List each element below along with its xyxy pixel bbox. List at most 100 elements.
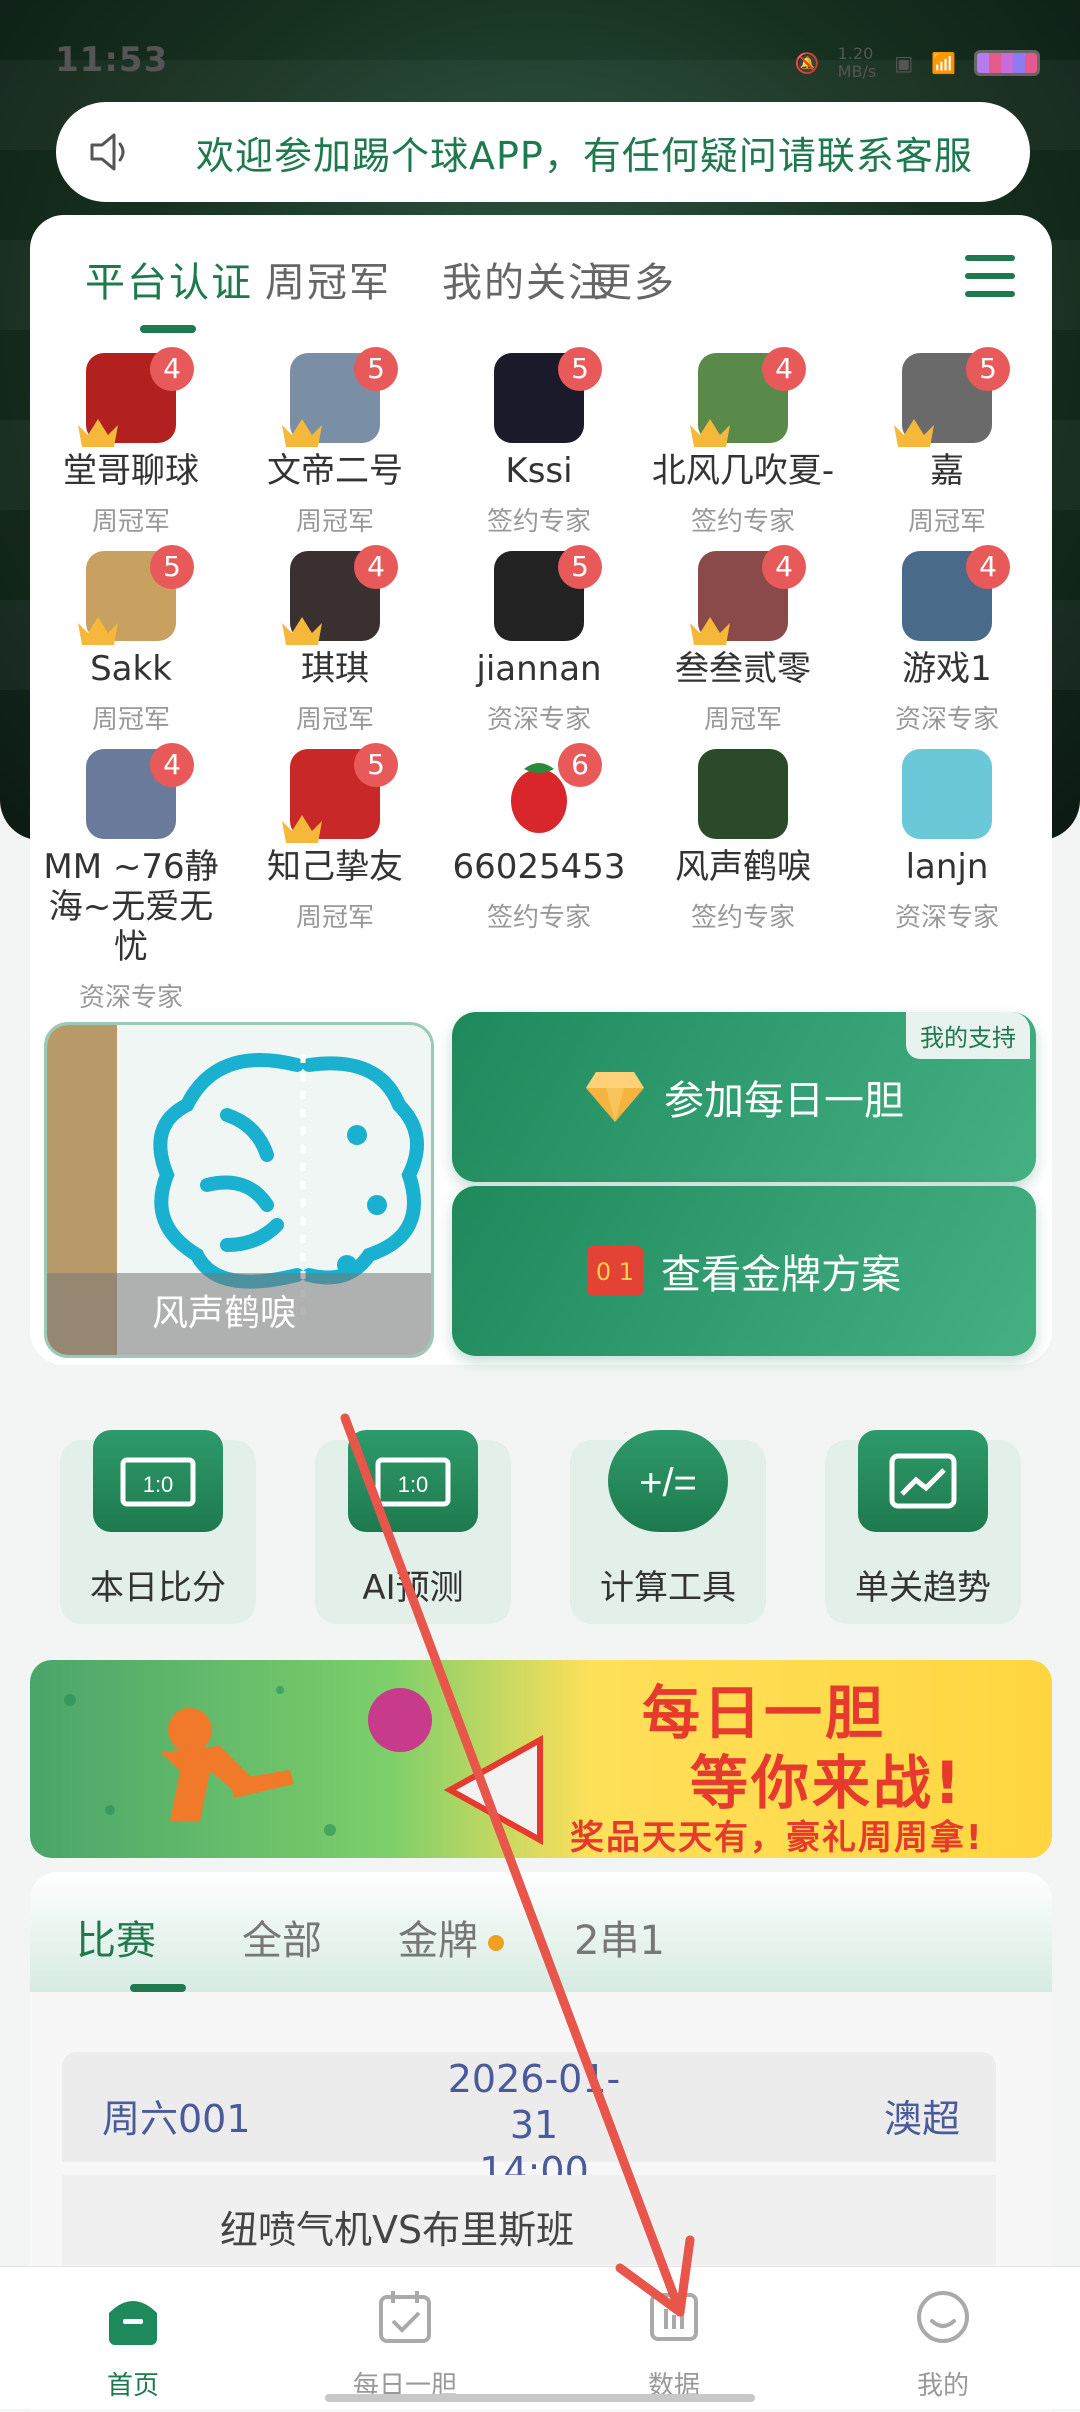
crown-icon: [282, 815, 322, 843]
expert-item[interactable]: 6 66025453 签约专家: [437, 743, 641, 934]
count-badge: 5: [558, 347, 602, 391]
my-support-tag[interactable]: 我的支持: [906, 1012, 1030, 1059]
tab-match[interactable]: 比赛: [76, 1908, 156, 1966]
tools-row: 1:0 本日比分 1:0 AI预测 +/= 计算工具 单关趋势: [30, 1430, 1052, 1630]
mute-icon: 🔕: [794, 51, 820, 75]
expert-item[interactable]: 5 jiannan 资深专家: [437, 545, 641, 736]
count-badge: 4: [762, 347, 806, 391]
avatar: 4: [282, 545, 398, 645]
count-badge: 5: [558, 545, 602, 589]
avatar: 5: [78, 545, 194, 645]
tool-calculator[interactable]: +/= 计算工具: [570, 1430, 766, 1624]
nfc-icon: ▣: [894, 51, 914, 75]
tab-2in1[interactable]: 2串1: [574, 1908, 665, 1966]
match-datetime: 2026-01-31 14:00: [447, 2057, 621, 2193]
match-row[interactable]: 周六001 2026-01-31 14:00 澳超: [62, 2052, 996, 2193]
avatar: 4: [86, 743, 194, 839]
expert-item[interactable]: 4 北风几吹夏- 签约专家: [641, 347, 845, 538]
count-badge: 4: [762, 545, 806, 589]
expert-role: 资深专家: [894, 705, 999, 735]
crown-icon: [690, 617, 730, 645]
expert-name: Kssi: [505, 451, 573, 491]
tab-gold[interactable]: 金牌: [398, 1908, 504, 1966]
home-indicator[interactable]: [325, 2394, 755, 2402]
tab-weekly-champion[interactable]: 周冠军: [265, 250, 391, 308]
expert-item[interactable]: 5 嘉周冠军: [845, 347, 1049, 538]
expert-role: 周冠军: [295, 507, 374, 537]
join-daily-label: 参加每日一胆: [664, 1078, 904, 1124]
expert-name: 北风几吹夏-: [651, 451, 835, 491]
expert-name: 琪琪: [301, 649, 369, 689]
expert-role: 周冠军: [91, 705, 170, 735]
avatar: 4: [78, 347, 194, 447]
svg-text:1:0: 1:0: [143, 1472, 174, 1497]
tool-ai-predict[interactable]: 1:0 AI预测: [315, 1430, 511, 1624]
expert-item[interactable]: 5 Kssi 签约专家: [437, 347, 641, 538]
expert-item[interactable]: 4 MM ~76静海~无爱无忧资深专家: [29, 743, 233, 1014]
expert-item[interactable]: 风声鹤唳 签约专家: [641, 749, 845, 934]
expert-item[interactable]: 5 文帝二号 周冠军: [233, 347, 437, 538]
tab-my-follow[interactable]: 我的关注: [442, 250, 610, 308]
network-speed: 1.20 MB/s: [837, 44, 877, 81]
match-code: 周六001: [102, 2097, 251, 2141]
expert-role: 签约专家: [486, 903, 591, 933]
expert-name: MM ~76静海~无爱无忧: [43, 847, 219, 967]
tool-daily-score[interactable]: 1:0 本日比分: [60, 1430, 256, 1624]
expert-item[interactable]: 4 琪琪 周冠军: [233, 545, 437, 736]
count-badge: 5: [354, 347, 398, 391]
match-teams-row[interactable]: 纽喷气机VS布里斯班: [62, 2175, 996, 2265]
expert-role: 周冠军: [295, 903, 374, 933]
expert-item[interactable]: 4 叁叁贰零 周冠军: [641, 545, 845, 736]
expert-item[interactable]: 4 游戏1 资深专家: [845, 545, 1049, 736]
svg-text:+/=: +/=: [639, 1461, 697, 1505]
gold-plan-icon: 0 1: [587, 1246, 643, 1296]
avatar: 6: [494, 743, 602, 839]
nav-home[interactable]: 首页: [58, 2287, 208, 2402]
expert-name: jiannan: [476, 649, 602, 689]
nav-data[interactable]: 数据: [599, 2287, 749, 2402]
bottom-nav: 首页 每日一胆 数据 我的: [0, 2266, 1080, 2409]
match-tab-indicator: [130, 1984, 186, 1992]
avatar: 5: [494, 347, 602, 443]
expert-name: Sakk: [90, 649, 172, 689]
tool-trend[interactable]: 单关趋势: [825, 1430, 1021, 1624]
tab-all[interactable]: 全部: [242, 1908, 322, 1966]
expert-role: 周冠军: [907, 507, 986, 537]
tab-platform-cert[interactable]: 平台认证: [85, 250, 253, 308]
promo-card[interactable]: 风声鹤唳: [44, 1022, 434, 1358]
expert-role: 签约专家: [690, 507, 795, 537]
expert-role: 资深专家: [78, 983, 183, 1013]
avatar: 5: [494, 545, 602, 641]
expert-role: 周冠军: [91, 507, 170, 537]
expert-name: 66025453: [452, 847, 626, 887]
expert-role: 资深专家: [486, 705, 591, 735]
count-badge: 4: [150, 347, 194, 391]
count-badge: 4: [354, 545, 398, 589]
speaker-icon: [90, 133, 125, 171]
top-tabs: 平台认证 周冠军 我的关注 更多: [30, 250, 1052, 330]
banner-subtitle: 奖品天天有，豪礼周周拿!: [570, 1818, 984, 1858]
tab-indicator: [140, 325, 196, 333]
count-badge: 5: [966, 347, 1010, 391]
match-teams: 纽喷气机VS布里斯班: [220, 2208, 575, 2252]
expert-name: 风声鹤唳: [675, 847, 811, 887]
daily-banner[interactable]: 每日一胆 等你来战! 奖品天天有，豪礼周周拿!: [30, 1660, 1052, 1858]
notice-bar[interactable]: 欢迎参加踢个球APP，有任何疑问请联系客服: [56, 102, 1030, 202]
expert-item[interactable]: 5 Sakk 周冠军: [29, 545, 233, 736]
promo-label: 风声鹤唳: [47, 1273, 431, 1355]
gold-plan-button[interactable]: 0 1 查看金牌方案: [452, 1186, 1036, 1356]
expert-name: 堂哥聊球: [63, 451, 199, 491]
expert-role: 签约专家: [486, 507, 591, 537]
nav-daily[interactable]: 每日一胆: [330, 2287, 480, 2402]
crown-icon: [78, 617, 118, 645]
expert-item[interactable]: 4 堂哥聊球周冠军: [29, 347, 233, 538]
expert-name: 叁叁贰零: [675, 649, 811, 689]
join-daily-button[interactable]: 我的支持 参加每日一胆: [452, 1012, 1036, 1182]
nav-mine[interactable]: 我的: [868, 2287, 1018, 2402]
smile-icon: [917, 2291, 969, 2343]
avatar: 4: [902, 545, 1010, 641]
tab-more[interactable]: 更多: [592, 250, 676, 308]
expert-item[interactable]: lanjn 资深专家: [845, 749, 1049, 934]
menu-icon[interactable]: [965, 255, 1015, 299]
expert-item[interactable]: 5 知己挚友 周冠军: [233, 743, 437, 934]
